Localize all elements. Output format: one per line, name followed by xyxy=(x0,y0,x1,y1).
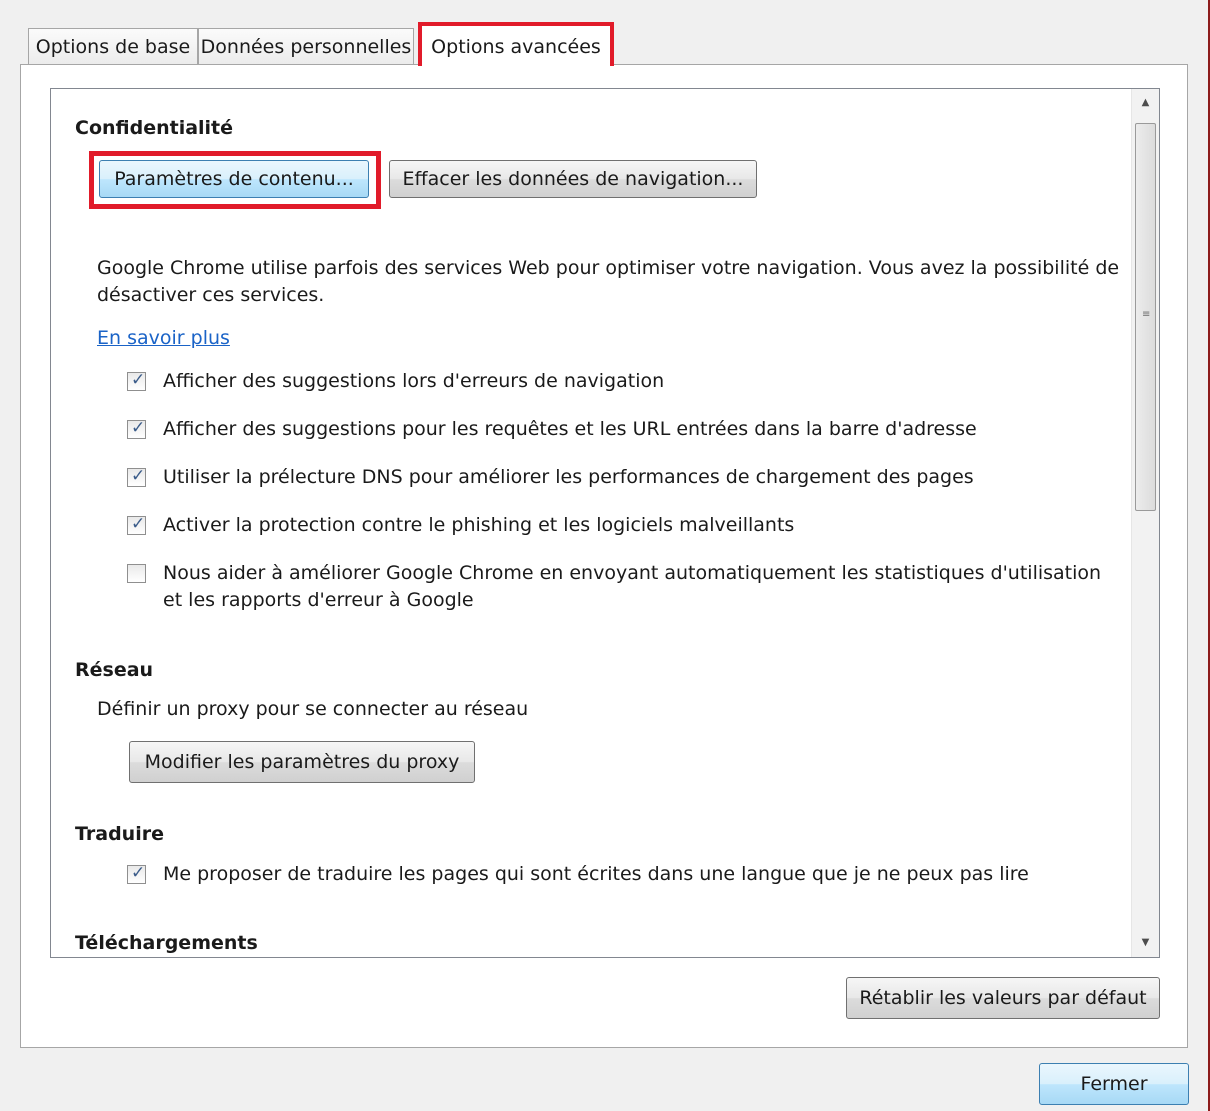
checkmark-icon: ✓ xyxy=(131,863,146,883)
tab-options-de-base[interactable]: Options de base xyxy=(28,28,198,64)
clear-browsing-data-button[interactable]: Effacer les données de navigation... xyxy=(389,160,757,198)
checkbox-dns-prefetch[interactable]: ✓ xyxy=(127,466,146,487)
checkbox-label: Activer la protection contre le phishing… xyxy=(163,514,795,536)
content-settings-button[interactable]: Paramètres de contenu... xyxy=(99,160,369,198)
scroll-down-arrow-icon[interactable]: ▼ xyxy=(1132,931,1159,955)
network-heading: Réseau xyxy=(75,659,154,681)
checkmark-icon: ✓ xyxy=(131,370,146,390)
scrollbar-thumb[interactable]: ≡ xyxy=(1135,123,1156,511)
checkmark-icon: ✓ xyxy=(131,418,146,438)
privacy-description-line1: Google Chrome utilise parfois des servic… xyxy=(97,257,1120,279)
grip-icon: ≡ xyxy=(1142,309,1151,320)
checkbox-usage-statistics[interactable] xyxy=(127,564,146,583)
settings-scroll-area[interactable]: Confidentialité Paramètres de contenu...… xyxy=(50,88,1160,958)
checkbox-address-bar-suggestions[interactable]: ✓ xyxy=(127,418,146,439)
proxy-settings-button[interactable]: Modifier les paramètres du proxy xyxy=(129,741,475,783)
translate-heading: Traduire xyxy=(75,823,164,845)
tab-options-avancees[interactable]: Options avancées xyxy=(418,22,614,66)
checkbox-label: Afficher des suggestions pour les requêt… xyxy=(163,418,977,440)
checkbox-nav-error-suggestions[interactable]: ✓ xyxy=(127,370,146,391)
checkbox-label: Me proposer de traduire les pages qui so… xyxy=(163,863,1029,885)
checkbox-phishing-protection[interactable]: ✓ xyxy=(127,514,146,535)
checkbox-label-line1: Nous aider à améliorer Google Chrome en … xyxy=(163,562,1102,584)
reset-defaults-button[interactable]: Rétablir les valeurs par défaut xyxy=(846,977,1160,1019)
scroll-up-arrow-icon[interactable]: ▲ xyxy=(1132,91,1159,115)
checkbox-label-line2: et les rapports d'erreur à Google xyxy=(163,589,474,611)
close-button[interactable]: Fermer xyxy=(1039,1063,1189,1105)
privacy-heading: Confidentialité xyxy=(75,117,234,139)
checkbox-label: Utiliser la prélecture DNS pour améliore… xyxy=(163,466,974,488)
checkmark-icon: ✓ xyxy=(131,514,146,534)
checkbox-offer-translate[interactable]: ✓ xyxy=(127,863,146,884)
window-top-edge xyxy=(0,0,1210,10)
checkbox-label: Afficher des suggestions lors d'erreurs … xyxy=(163,370,665,392)
privacy-description-line2: désactiver ces services. xyxy=(97,284,325,306)
downloads-heading: Téléchargements xyxy=(75,932,258,954)
settings-content: Confidentialité Paramètres de contenu...… xyxy=(51,89,1131,957)
vertical-scrollbar[interactable]: ▲ ≡ ▼ xyxy=(1131,89,1159,957)
proxy-description: Définir un proxy pour se connecter au ré… xyxy=(97,698,529,720)
checkmark-icon: ✓ xyxy=(131,466,146,486)
learn-more-link[interactable]: En savoir plus xyxy=(97,327,230,349)
tab-donnees-personnelles[interactable]: Données personnelles xyxy=(198,28,414,64)
